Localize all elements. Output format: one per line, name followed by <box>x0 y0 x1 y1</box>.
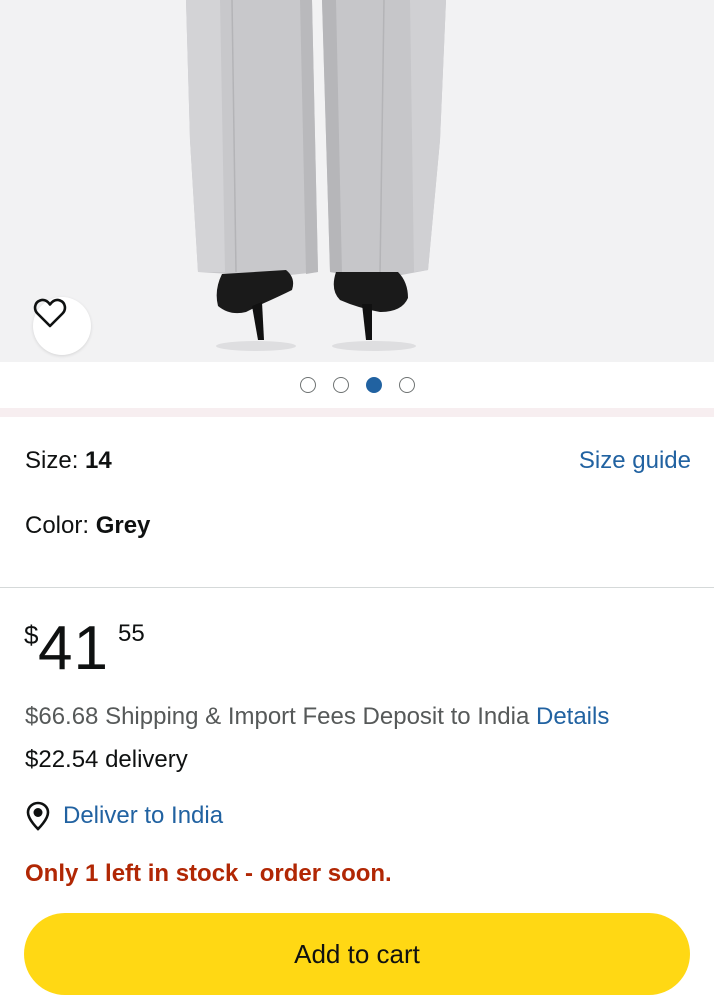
section-separator <box>0 408 714 417</box>
deliver-to-location[interactable]: Deliver to India <box>25 801 223 831</box>
size-value: 14 <box>85 447 112 474</box>
color-label: Color: <box>25 512 96 539</box>
shipping-details-link[interactable]: Details <box>536 703 609 730</box>
price-fraction: 55 <box>118 620 145 647</box>
price-currency-symbol: $ <box>24 620 39 650</box>
size-selection[interactable]: Size: 14 <box>25 447 112 475</box>
image-carousel-indicator <box>0 362 714 408</box>
add-to-cart-button[interactable]: Add to cart <box>24 913 690 995</box>
size-row: Size: 14 Size guide <box>25 447 691 475</box>
location-pin-icon <box>26 801 50 831</box>
heart-icon <box>33 298 67 328</box>
color-value: Grey <box>95 512 151 539</box>
shipping-fees-text: $66.68 Shipping & Import Fees Deposit to… <box>25 703 536 730</box>
size-label: Size: <box>25 447 86 474</box>
color-selection[interactable]: Color: Grey <box>25 512 150 540</box>
carousel-dot[interactable] <box>299 377 316 393</box>
shipping-fees: $66.68 Shipping & Import Fees Deposit to… <box>25 703 609 731</box>
delivery-cost: $22.54 delivery <box>25 746 188 773</box>
carousel-dot[interactable] <box>332 377 349 393</box>
price-whole: 41 <box>38 614 109 683</box>
product-image[interactable] <box>0 0 714 362</box>
deliver-to-label[interactable]: Deliver to India <box>63 802 223 830</box>
product-photo <box>186 0 446 351</box>
wishlist-button[interactable] <box>33 297 91 355</box>
divider <box>0 587 714 588</box>
add-to-cart-label: Add to cart <box>294 938 420 969</box>
carousel-dot[interactable] <box>398 377 415 393</box>
carousel-dot-active[interactable] <box>365 377 382 393</box>
size-guide-link[interactable]: Size guide <box>579 447 691 475</box>
stock-status: Only 1 left in stock - order soon. <box>25 860 392 887</box>
